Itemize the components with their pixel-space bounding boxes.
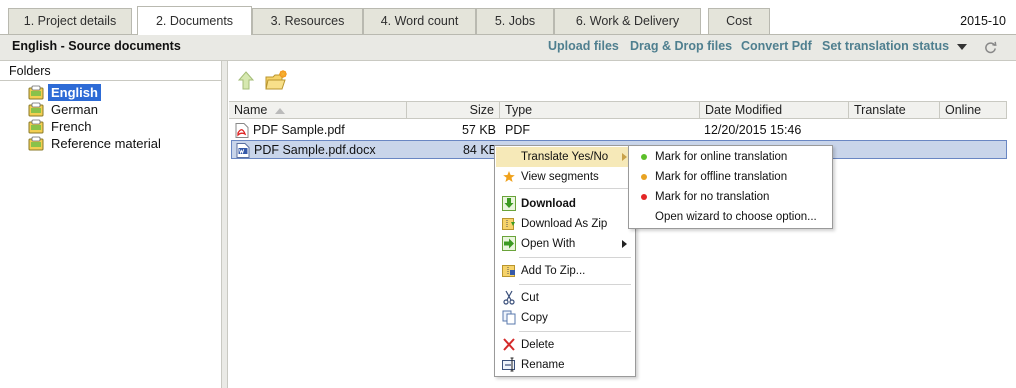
context-menu: Translate Yes/No View segments Download …: [494, 145, 636, 377]
menu-item-label: View segments: [521, 171, 599, 183]
menu-item-add-to-zip[interactable]: Add To Zip...: [496, 261, 635, 281]
submenu-arrow-icon: [622, 153, 627, 161]
menu-item-label: Download: [521, 198, 576, 210]
page-title: English - Source documents: [12, 39, 181, 53]
menu-item-download[interactable]: Download: [496, 194, 635, 214]
copy-icon: [502, 310, 516, 325]
menu-item-cut[interactable]: Cut: [496, 288, 635, 308]
column-name[interactable]: Name: [229, 102, 407, 119]
section-header: English - Source documents Upload files …: [0, 35, 1016, 61]
period-label: 2015-10: [960, 14, 1006, 28]
zip-download-icon: [502, 218, 515, 230]
scissors-icon: [503, 290, 515, 305]
menu-item-label: Open wizard to choose option...: [655, 211, 817, 223]
panel-splitter[interactable]: [222, 61, 228, 388]
submenu-arrow-icon: [622, 240, 627, 248]
folders-panel: Folders English German French Reference …: [0, 61, 222, 388]
green-dot-icon: [641, 154, 647, 160]
file-size: 84 KB: [462, 143, 497, 157]
menu-item-label: Copy: [521, 312, 548, 324]
menu-item-translate-yes-no[interactable]: Translate Yes/No: [496, 147, 635, 167]
tab-jobs[interactable]: 5. Jobs: [476, 8, 554, 35]
menu-item-label: Delete: [521, 339, 555, 351]
tab-documents[interactable]: 2. Documents: [137, 6, 252, 35]
menu-separator: [519, 257, 631, 258]
red-dot-icon: [641, 194, 647, 200]
add-to-zip-icon: [502, 265, 515, 277]
table-header: Name Size Type Date Modified Translate O…: [229, 101, 1007, 119]
menu-item-label: Mark for no translation: [655, 191, 770, 203]
column-online[interactable]: Online: [940, 102, 1007, 119]
menu-separator: [519, 284, 631, 285]
folder-label: German: [51, 102, 98, 117]
menu-item-open-with[interactable]: Open With: [496, 234, 635, 254]
file-name: PDF Sample.pdf.docx: [254, 143, 376, 157]
folder-label: French: [51, 119, 92, 134]
folder-label: English: [48, 84, 101, 101]
column-size[interactable]: Size: [407, 102, 500, 119]
menu-item-view-segments[interactable]: View segments: [496, 167, 635, 187]
menu-item-copy[interactable]: Copy: [496, 308, 635, 328]
tab-project-details[interactable]: 1. Project details: [8, 8, 132, 35]
menu-separator: [519, 331, 631, 332]
chevron-down-icon[interactable]: [957, 44, 967, 50]
menu-item-mark-no-translation[interactable]: Mark for no translation: [630, 187, 832, 207]
menu-item-mark-offline[interactable]: Mark for offline translation: [630, 167, 832, 187]
file-date-modified: 12/20/2015 15:46: [704, 123, 802, 137]
column-name-label: Name: [234, 103, 268, 117]
language-folder-icon: [28, 119, 44, 134]
file-type: PDF: [505, 123, 530, 137]
menu-item-label: Download As Zip: [521, 218, 608, 230]
sort-asc-icon: [275, 107, 286, 114]
column-translate[interactable]: Translate: [849, 102, 940, 119]
menu-item-open-wizard[interactable]: Open wizard to choose option...: [630, 207, 832, 227]
language-folder-icon: [28, 136, 44, 151]
delete-x-icon: [503, 338, 515, 351]
file-size: 57 KB: [461, 123, 496, 137]
menu-item-label: Open With: [521, 238, 576, 250]
menu-item-label: Mark for online translation: [655, 151, 788, 163]
orange-dot-icon: [641, 174, 647, 180]
language-folder-icon: [28, 85, 44, 100]
menu-item-delete[interactable]: Delete: [496, 335, 635, 355]
rename-icon: [502, 357, 515, 372]
menu-item-label: Mark for offline translation: [655, 171, 788, 183]
folders-title: Folders: [9, 64, 51, 78]
menu-item-label: Rename: [521, 359, 565, 371]
open-with-icon: [502, 236, 516, 251]
table-row[interactable]: PDF Sample.pdf 57 KB PDF 12/20/2015 15:4…: [231, 121, 1007, 140]
folder-up-icon[interactable]: [234, 69, 258, 93]
tab-work-delivery[interactable]: 6. Work & Delivery: [554, 8, 701, 35]
tab-word-count[interactable]: 4. Word count: [363, 8, 476, 35]
menu-item-label: Cut: [521, 292, 539, 304]
menu-item-download-as-zip[interactable]: Download As Zip: [496, 214, 635, 234]
star-icon: [503, 171, 515, 182]
tab-resources[interactable]: 3. Resources: [252, 8, 363, 35]
drag-drop-files-link[interactable]: Drag & Drop files: [630, 39, 732, 53]
files-toolbar: [229, 61, 1016, 101]
menu-item-mark-online[interactable]: Mark for online translation: [630, 147, 832, 167]
menu-item-label: Add To Zip...: [521, 265, 586, 277]
column-type[interactable]: Type: [500, 102, 700, 119]
refresh-icon[interactable]: [983, 40, 998, 55]
menu-item-rename[interactable]: Rename: [496, 355, 635, 375]
menu-separator: [519, 188, 631, 189]
upload-files-link[interactable]: Upload files: [548, 39, 619, 53]
menu-item-label: Translate Yes/No: [521, 151, 609, 163]
convert-pdf-link[interactable]: Convert Pdf: [741, 39, 812, 53]
pdf-file-icon: [235, 123, 249, 138]
word-file-icon: [236, 143, 250, 158]
new-folder-icon[interactable]: [264, 69, 288, 93]
folders-header: Folders: [0, 61, 222, 81]
set-translation-status-link[interactable]: Set translation status: [822, 39, 949, 53]
file-name: PDF Sample.pdf: [253, 123, 345, 137]
folder-label: Reference material: [51, 136, 161, 151]
column-date-modified[interactable]: Date Modified: [700, 102, 849, 119]
tab-cost[interactable]: Cost: [708, 8, 770, 35]
language-folder-icon: [28, 102, 44, 117]
tab-bar: 1. Project details 2. Documents 3. Resou…: [0, 0, 1016, 35]
translate-submenu: Mark for online translation Mark for off…: [628, 145, 833, 229]
download-icon: [502, 196, 516, 211]
